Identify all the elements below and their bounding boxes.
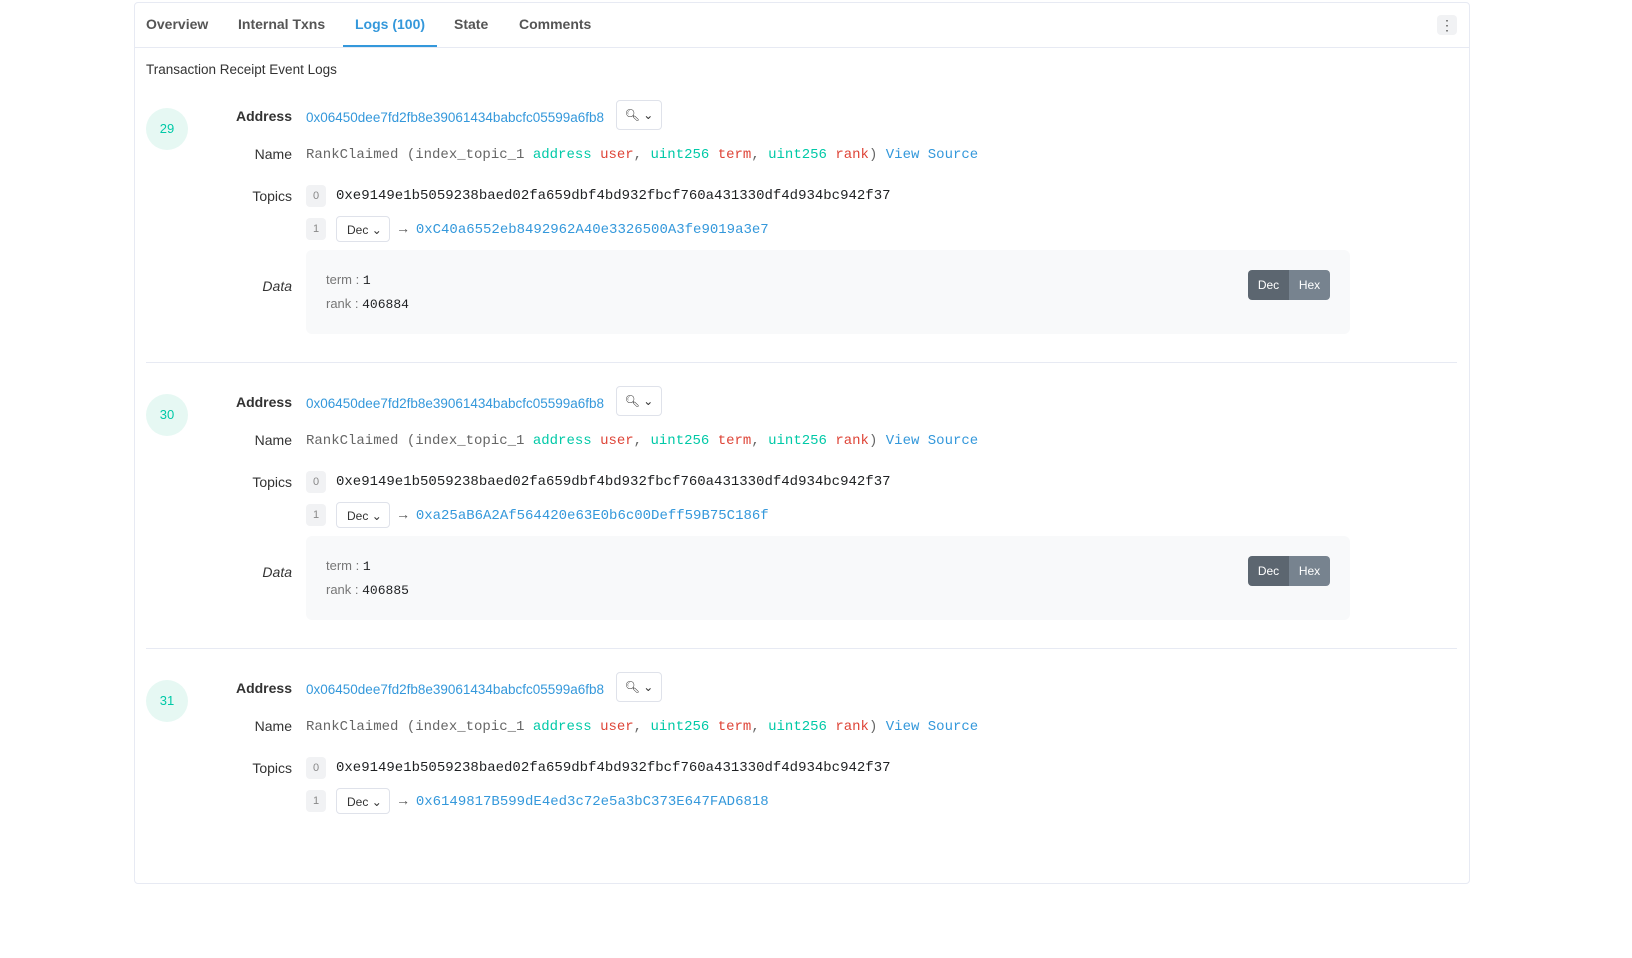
tab-overview[interactable]: Overview bbox=[146, 16, 208, 32]
data-label: Data bbox=[262, 278, 292, 294]
address-label: Address bbox=[235, 108, 292, 124]
data-panel: term : 1 rank : 406884 Dec Hex bbox=[306, 250, 1350, 334]
dec-button[interactable]: Dec bbox=[1248, 556, 1289, 586]
arrow-icon: → bbox=[399, 508, 408, 524]
zoom-icon: 🔍︎ bbox=[624, 394, 640, 408]
topic-1-value: → 0xC40a6552eb8492962A40e3326500A3fe9019… bbox=[399, 222, 769, 238]
chevron-down-icon: ⌄ bbox=[643, 108, 654, 122]
topic-index-0: 0 bbox=[306, 757, 326, 779]
topic-format-select[interactable]: Dec ⌄ bbox=[336, 502, 390, 528]
address-label: Address bbox=[235, 680, 292, 696]
contract-address-link[interactable]: 0x06450dee7fd2fb8e39061434babcfc05599a6f… bbox=[306, 682, 604, 697]
dec-hex-toggle: Dec Hex bbox=[1248, 270, 1330, 300]
arrow-icon: → bbox=[399, 222, 408, 238]
rank-value: 406884 bbox=[362, 297, 409, 312]
topic-1-address-link[interactable]: 0xC40a6552eb8492962A40e3326500A3fe9019a3… bbox=[416, 222, 769, 238]
topic-0-value: 0xe9149e1b5059238baed02fa659dbf4bd932fbc… bbox=[336, 188, 891, 204]
more-options-icon[interactable]: ⋮ bbox=[1437, 15, 1457, 35]
log-entry: 31 Address 0x06450dee7fd2fb8e39061434bab… bbox=[135, 672, 1469, 958]
event-name: RankClaimed bbox=[306, 147, 399, 163]
chevron-down-icon: ⌄ bbox=[371, 509, 382, 523]
event-signature: RankClaimed (index_topic_1 address user,… bbox=[306, 433, 979, 449]
tab-comments[interactable]: Comments bbox=[519, 16, 591, 32]
topic-0-value: 0xe9149e1b5059238baed02fa659dbf4bd932fbc… bbox=[336, 760, 891, 776]
topic-1-address-link[interactable]: 0x6149817B599dE4ed3c72e5a3bC373E647FAD68… bbox=[416, 794, 769, 810]
event-signature: RankClaimed (index_topic_1 address user,… bbox=[306, 719, 979, 735]
data-term: term : 1 bbox=[326, 558, 371, 574]
hex-button[interactable]: Hex bbox=[1289, 556, 1330, 586]
topic-index-0: 0 bbox=[306, 471, 326, 493]
data-rank: rank : 406885 bbox=[326, 582, 409, 598]
section-title: Transaction Receipt Event Logs bbox=[146, 62, 337, 77]
rank-value: 406885 bbox=[362, 583, 409, 598]
address-search-dropdown[interactable]: 🔍︎ ⌄ bbox=[616, 100, 662, 130]
topic-format-select[interactable]: Dec ⌄ bbox=[336, 788, 390, 814]
address-search-dropdown[interactable]: 🔍︎ ⌄ bbox=[616, 672, 662, 702]
topic-index-1: 1 bbox=[306, 790, 326, 812]
zoom-icon: 🔍︎ bbox=[624, 680, 640, 694]
select-value: Dec bbox=[347, 223, 369, 237]
event-signature: RankClaimed (index_topic_1 address user,… bbox=[306, 147, 979, 163]
name-label: Name bbox=[254, 718, 292, 734]
name-label: Name bbox=[254, 146, 292, 162]
view-source-link[interactable]: View Source bbox=[886, 719, 978, 735]
view-source-link[interactable]: View Source bbox=[886, 147, 978, 163]
address-label: Address bbox=[235, 394, 292, 410]
chevron-down-icon: ⌄ bbox=[371, 795, 382, 809]
topic-index-1: 1 bbox=[306, 504, 326, 526]
divider bbox=[146, 362, 1457, 363]
topics-label: Topics bbox=[252, 474, 292, 490]
tab-logs[interactable]: Logs (100) bbox=[342, 16, 438, 47]
tab-state[interactable]: State bbox=[454, 16, 488, 32]
topics-label: Topics bbox=[252, 188, 292, 204]
log-entry: 29 Address 0x06450dee7fd2fb8e39061434bab… bbox=[135, 100, 1469, 386]
chevron-down-icon: ⌄ bbox=[371, 223, 382, 237]
topic-index-1: 1 bbox=[306, 218, 326, 240]
topic-0-value: 0xe9149e1b5059238baed02fa659dbf4bd932fbc… bbox=[336, 474, 891, 490]
data-rank: rank : 406884 bbox=[326, 296, 409, 312]
tab-internal-txns[interactable]: Internal Txns bbox=[238, 16, 325, 32]
logs-card: Overview Internal Txns Logs (100) State … bbox=[134, 2, 1470, 884]
event-name: RankClaimed bbox=[306, 433, 399, 449]
divider bbox=[146, 648, 1457, 649]
select-value: Dec bbox=[347, 795, 369, 809]
log-entry: 30 Address 0x06450dee7fd2fb8e39061434bab… bbox=[135, 386, 1469, 672]
topic-1-value: → 0xa25aB6A2Af564420e63E0b6c00Deff59B75C… bbox=[399, 508, 769, 524]
dec-button[interactable]: Dec bbox=[1248, 270, 1289, 300]
topic-index-0: 0 bbox=[306, 185, 326, 207]
chevron-down-icon: ⌄ bbox=[643, 680, 654, 694]
topic-1-value: → 0x6149817B599dE4ed3c72e5a3bC373E647FAD… bbox=[399, 794, 769, 810]
data-label: Data bbox=[262, 564, 292, 580]
tab-bar: Overview Internal Txns Logs (100) State … bbox=[135, 3, 1469, 48]
address-search-dropdown[interactable]: 🔍︎ ⌄ bbox=[616, 386, 662, 416]
select-value: Dec bbox=[347, 509, 369, 523]
hex-button[interactable]: Hex bbox=[1289, 270, 1330, 300]
term-value: 1 bbox=[362, 559, 371, 574]
view-source-link[interactable]: View Source bbox=[886, 433, 978, 449]
dec-hex-toggle: Dec Hex bbox=[1248, 556, 1330, 586]
topics-label: Topics bbox=[252, 760, 292, 776]
topic-format-select[interactable]: Dec ⌄ bbox=[336, 216, 390, 242]
contract-address-link[interactable]: 0x06450dee7fd2fb8e39061434babcfc05599a6f… bbox=[306, 396, 604, 411]
data-panel: term : 1 rank : 406885 Dec Hex bbox=[306, 536, 1350, 620]
zoom-icon: 🔍︎ bbox=[624, 108, 640, 122]
event-name: RankClaimed bbox=[306, 719, 399, 735]
arrow-icon: → bbox=[399, 794, 408, 810]
term-value: 1 bbox=[362, 273, 371, 288]
topic-1-address-link[interactable]: 0xa25aB6A2Af564420e63E0b6c00Deff59B75C18… bbox=[416, 508, 769, 524]
data-term: term : 1 bbox=[326, 272, 371, 288]
name-label: Name bbox=[254, 432, 292, 448]
chevron-down-icon: ⌄ bbox=[643, 394, 654, 408]
contract-address-link[interactable]: 0x06450dee7fd2fb8e39061434babcfc05599a6f… bbox=[306, 110, 604, 125]
